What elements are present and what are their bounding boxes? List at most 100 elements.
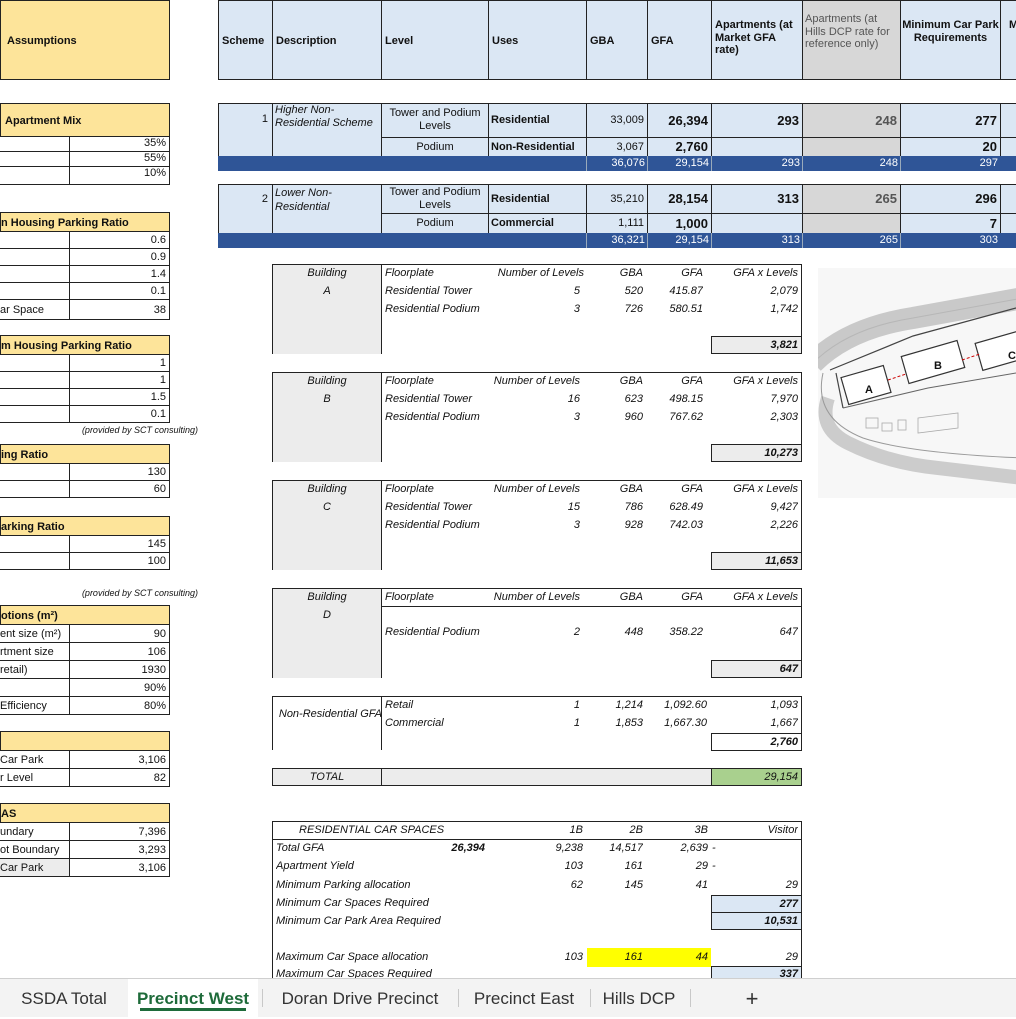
scheme1-gba-1[interactable]: 33,009 <box>586 103 648 138</box>
scheme1-level-2[interactable]: Podium <box>381 137 489 157</box>
mix-value-3[interactable]: 10% <box>70 167 170 185</box>
scheme1-total-apts[interactable]: 293 <box>711 156 803 171</box>
scheme1-uses-1[interactable]: Residential <box>488 103 587 138</box>
building-a-row1-gfa[interactable]: 415.87 <box>650 285 703 299</box>
building-b-row2-floorplate[interactable]: Residential Podium <box>385 411 485 425</box>
header-uses[interactable]: Uses <box>488 0 587 80</box>
building-b-row1-gba[interactable]: 623 <box>590 393 643 407</box>
scheme1-apts-ref-2[interactable] <box>802 137 901 157</box>
building-b-row2-gfax[interactable]: 2,303 <box>710 411 798 425</box>
scheme1-next-2[interactable] <box>1000 137 1016 157</box>
scheme2-uses-2[interactable]: Commercial <box>488 213 587 234</box>
as-label[interactable]: undary <box>0 823 70 841</box>
ratio1-value-3[interactable]: 1.4 <box>70 266 170 283</box>
building-b-row1-floorplate[interactable]: Residential Tower <box>385 393 485 407</box>
scheme2-total-gba[interactable]: 36,321 <box>586 233 648 248</box>
car-min-alloc-label[interactable]: Minimum Parking allocation <box>276 879 476 893</box>
header-min-car[interactable]: Minimum Car Park Requirements <box>900 0 1001 80</box>
ratio1-label[interactable] <box>0 266 70 283</box>
car-max-alloc-label[interactable]: Maximum Car Space allocation <box>276 951 496 965</box>
building-b-row1-levels[interactable]: 16 <box>520 393 580 407</box>
building-d-row1-gfa[interactable]: 358.22 <box>650 626 703 640</box>
add-sheet-icon[interactable]: + <box>730 979 774 1017</box>
carpark-header[interactable] <box>0 731 170 751</box>
option-value[interactable]: 90 <box>70 625 170 643</box>
mix-label-1[interactable] <box>0 137 70 152</box>
ratio1-value-1[interactable]: 0.6 <box>70 232 170 249</box>
ratio2-value-4[interactable]: 0.1 <box>70 406 170 423</box>
nonres-row1-gba[interactable]: 1,214 <box>590 699 643 713</box>
car-min-req-label[interactable]: Minimum Car Spaces Required <box>276 897 496 911</box>
scheme2-total-apts-ref[interactable]: 265 <box>802 233 901 248</box>
scheme1-total-min-car[interactable]: 297 <box>900 156 1001 171</box>
nonres-row1-levels[interactable]: 1 <box>520 699 580 713</box>
building-d-row1-floorplate[interactable]: Residential Podium <box>385 626 485 640</box>
as-value[interactable]: 3,106 <box>70 859 170 877</box>
scheme2-total-min-car[interactable]: 303 <box>900 233 1001 248</box>
header-level[interactable]: Level <box>381 0 489 80</box>
scheme1-uses-2[interactable]: Non-Residential <box>488 137 587 157</box>
car-yield-1b[interactable]: 103 <box>530 860 583 874</box>
car-max-alloc-2b[interactable]: 161 <box>590 951 643 965</box>
scheme2-total-gfa[interactable]: 29,154 <box>647 233 712 248</box>
option-value[interactable]: 1930 <box>70 661 170 679</box>
building-d-row1-gba[interactable]: 448 <box>590 626 643 640</box>
scheme2-gba-1[interactable]: 35,210 <box>586 184 648 214</box>
ratio2-label[interactable] <box>0 389 70 406</box>
nonres-row1-gfax[interactable]: 1,093 <box>710 699 798 713</box>
as-label[interactable]: ot Boundary <box>0 841 70 859</box>
scheme1-description[interactable]: Higher Non-Residential Scheme <box>272 103 382 157</box>
tab-ssda-total[interactable]: SSDA Total <box>8 979 120 1017</box>
building-d-row1-gfax[interactable]: 647 <box>710 626 798 640</box>
car-max-alloc-1b[interactable]: 103 <box>530 951 583 965</box>
scheme1-total-apts-ref[interactable]: 248 <box>802 156 901 171</box>
carpark-value[interactable]: 82 <box>70 769 170 787</box>
nonres-row2-gba[interactable]: 1,853 <box>590 717 643 731</box>
building-a-row2-gba[interactable]: 726 <box>590 303 643 317</box>
scheme2-level-2[interactable]: Podium <box>381 213 489 234</box>
scheme1-total-gba[interactable]: 36,076 <box>586 156 648 171</box>
scheme1-min-car-1[interactable]: 277 <box>900 103 1001 138</box>
scheme1-apts-ref-1[interactable]: 248 <box>802 103 901 138</box>
arking-ratio-header[interactable]: arking Ratio <box>0 516 170 536</box>
scheme2-gfa-1[interactable]: 28,154 <box>647 184 712 214</box>
option-value[interactable]: 90% <box>70 679 170 697</box>
scheme1-num-cell[interactable] <box>218 103 273 157</box>
arking-label[interactable] <box>0 536 70 553</box>
scheme2-apts-1[interactable]: 313 <box>711 184 803 214</box>
building-a-row2-floorplate[interactable]: Residential Podium <box>385 303 485 317</box>
building-b-row2-gfa[interactable]: 767.62 <box>650 411 703 425</box>
building-c-row1-gba[interactable]: 786 <box>590 501 643 515</box>
scheme1-level-1[interactable]: Tower and Podium Levels <box>381 103 489 138</box>
ratio2-label[interactable] <box>0 355 70 372</box>
ratio1-label-last[interactable]: ar Space <box>0 300 70 320</box>
ratio2-label[interactable] <box>0 372 70 389</box>
option-value[interactable]: 80% <box>70 697 170 715</box>
scheme2-uses-1[interactable]: Residential <box>488 184 587 214</box>
ratio2-value-2[interactable]: 1 <box>70 372 170 389</box>
scheme1-total-gfa[interactable]: 29,154 <box>647 156 712 171</box>
nonres-row2-gfa[interactable]: 1,667.30 <box>650 717 707 731</box>
tab-doran-drive-precinct[interactable]: Doran Drive Precinct <box>266 979 454 1017</box>
arking-label[interactable] <box>0 553 70 570</box>
building-c-row2-floorplate[interactable]: Residential Podium <box>385 519 485 533</box>
as-value[interactable]: 7,396 <box>70 823 170 841</box>
ratio1-value-4[interactable]: 0.1 <box>70 283 170 300</box>
option-label[interactable]: rtment size <box>0 643 70 661</box>
car-yield-label[interactable]: Apartment Yield <box>276 860 426 874</box>
building-a-total[interactable]: 3,821 <box>711 336 802 354</box>
scheme2-next-2[interactable] <box>1000 213 1016 234</box>
nonres-row2-gfax[interactable]: 1,667 <box>710 717 798 731</box>
car-min-req-value[interactable]: 277 <box>711 895 802 913</box>
ratio2-value-1[interactable]: 1 <box>70 355 170 372</box>
car-min-alloc-visitor[interactable]: 29 <box>740 879 798 893</box>
building-a-row1-levels[interactable]: 5 <box>520 285 580 299</box>
scheme1-next-1[interactable] <box>1000 103 1016 138</box>
building-a-row2-levels[interactable]: 3 <box>520 303 580 317</box>
building-b-row1-gfax[interactable]: 7,970 <box>710 393 798 407</box>
ing-label[interactable] <box>0 481 70 498</box>
option-label[interactable] <box>0 679 70 697</box>
car-max-alloc-3b[interactable]: 44 <box>655 951 708 965</box>
building-c-row2-levels[interactable]: 3 <box>520 519 580 533</box>
tab-precinct-west[interactable]: Precinct West <box>128 979 258 1017</box>
